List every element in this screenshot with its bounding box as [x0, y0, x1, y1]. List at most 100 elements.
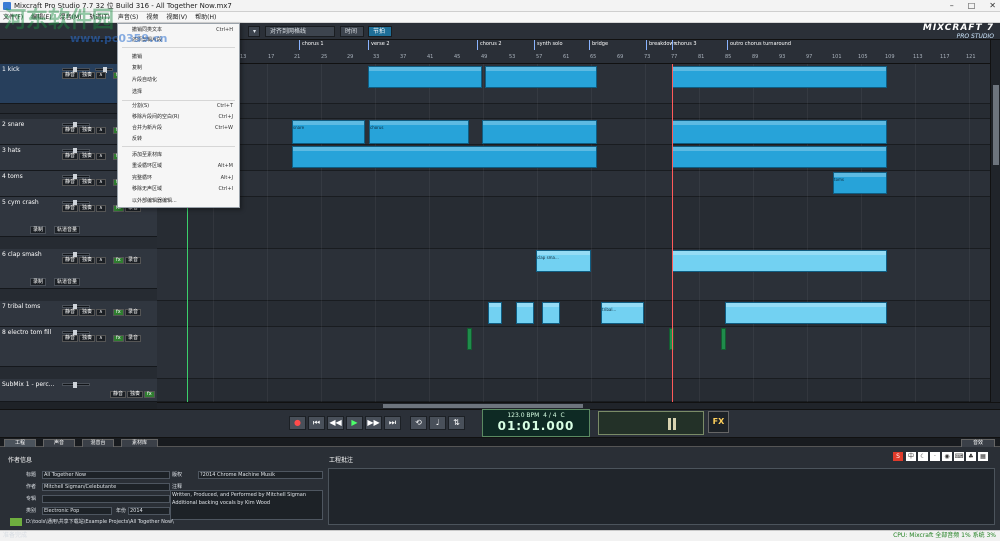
track-header[interactable]: 7 tribal toms 静音 独奏 ∧ fx 录音 [0, 301, 157, 327]
snap-dropdown[interactable]: 对齐到网格线 [265, 26, 335, 37]
tab-effects[interactable]: 音效 [961, 439, 995, 447]
track-header[interactable]: 8 electro tom fill 静音 独奏 ∧ fx 录音 [0, 327, 157, 367]
track-name[interactable]: SubMix 1 - perc... [2, 381, 54, 388]
lane[interactable] [157, 327, 990, 379]
menu-item[interactable]: 以外部编辑器编辑... [132, 196, 233, 206]
solo-button[interactable]: 独奏 [79, 127, 96, 134]
mute-button[interactable]: 静音 [62, 205, 79, 212]
track-name[interactable]: 5 cym crash [2, 199, 39, 206]
lane[interactable] [157, 379, 990, 402]
solo-button[interactable]: 独奏 [79, 309, 96, 316]
volume-slider[interactable] [62, 67, 90, 73]
audio-clip[interactable]: snare [292, 120, 365, 144]
menu-item[interactable]: 还原剪辑片段 [132, 35, 233, 45]
track-header[interactable]: 6 clap smash 静音 独奏 ∧ fx 录音 录制 轨道音量 [0, 249, 157, 289]
volume-slider[interactable] [62, 330, 90, 336]
audio-clip[interactable]: toms [833, 172, 887, 194]
ime-dot-icon[interactable]: · [930, 452, 940, 461]
mute-button[interactable]: 静音 [62, 335, 79, 342]
loop-icon[interactable]: ⟲ [410, 416, 427, 430]
tab-time[interactable]: 时间 [340, 26, 364, 37]
maximize-icon[interactable]: □ [968, 0, 976, 12]
automation-icon[interactable]: ∧ [96, 309, 106, 316]
menu-mix[interactable]: 混音(M) [60, 12, 82, 22]
tab-mixer[interactable]: 混音台 [82, 439, 114, 447]
menu-sound[interactable]: 声音(S) [118, 12, 139, 22]
volume-slider[interactable] [62, 148, 90, 154]
master-fx-button[interactable]: FX [708, 411, 729, 433]
record-button[interactable]: 录音 [125, 335, 142, 342]
automation-icon[interactable]: ∧ [96, 205, 106, 212]
menu-item[interactable]: 移除片段间的空白(R) Ctrl+J [132, 112, 233, 122]
volume-slider[interactable] [62, 304, 90, 310]
solo-button[interactable]: 独奏 [79, 257, 96, 264]
solo-button[interactable]: 独奏 [127, 391, 144, 398]
marker-bridge[interactable]: bridge [592, 41, 608, 47]
fx-button[interactable]: fx [144, 391, 155, 398]
rewind-start-icon[interactable]: ⏮ [308, 416, 325, 430]
track-name[interactable]: 8 electro tom fill [2, 329, 51, 336]
track-name[interactable]: 4 toms [2, 173, 23, 180]
menu-item[interactable]: 合并为新片段 Ctrl+W [132, 123, 233, 133]
menu-edit[interactable]: 编辑(E) [31, 12, 51, 22]
audio-clip[interactable] [672, 250, 887, 272]
skip-end-icon[interactable]: ⏭ [384, 416, 401, 430]
marker-chorus-2[interactable]: chorus 2 [480, 41, 502, 47]
mute-button[interactable]: 静音 [62, 153, 79, 160]
marker-chorus-3[interactable]: chorus 3 [675, 41, 697, 47]
automation-record-button[interactable]: 录制 [30, 226, 47, 234]
menu-item[interactable]: 复制 [132, 63, 233, 73]
mute-button[interactable]: 静音 [110, 391, 127, 398]
automation-icon[interactable]: ∧ [96, 179, 106, 186]
lane[interactable] [157, 197, 990, 249]
menu-view[interactable]: 视图(V) [166, 12, 187, 22]
scroll-thumb[interactable] [383, 404, 583, 408]
fast-forward-icon[interactable]: ▶▶ [365, 416, 382, 430]
ime-shirt-icon[interactable]: ♣ [966, 452, 976, 461]
pan-slider[interactable] [95, 67, 113, 73]
mute-button[interactable]: 静音 [62, 257, 79, 264]
record-button[interactable]: 录音 [125, 309, 142, 316]
automation-lane[interactable] [157, 104, 990, 119]
fx-button[interactable]: fx [113, 335, 124, 342]
close-icon[interactable]: ✕ [989, 0, 996, 12]
automation-volume-button[interactable]: 轨道音量 [54, 226, 81, 234]
automation-icon[interactable]: ∧ [96, 257, 106, 264]
tab-library[interactable]: 素材库 [121, 439, 158, 447]
track-name[interactable]: 3 hats [2, 147, 21, 154]
mute-button[interactable]: 静音 [62, 309, 79, 316]
automation-icon[interactable]: ∧ [96, 153, 106, 160]
mute-button[interactable]: 静音 [62, 127, 79, 134]
track-name[interactable]: 6 clap smash [2, 251, 42, 258]
volume-slider[interactable] [62, 174, 90, 180]
dropdown-arrow-icon[interactable]: ▾ [248, 26, 260, 37]
rewind-icon[interactable]: ◀◀ [327, 416, 344, 430]
audio-clip[interactable] [725, 302, 887, 324]
marker-chorus-1[interactable]: chorus 1 [302, 41, 324, 47]
fx-button[interactable]: fx [113, 257, 124, 264]
solo-button[interactable]: 独奏 [79, 72, 96, 79]
ime-chinese-icon[interactable]: 中 [906, 452, 916, 461]
audio-clip[interactable] [542, 302, 560, 324]
menu-item[interactable]: 撤销同类文本 Ctrl+H [132, 25, 233, 35]
marker-synth-solo[interactable]: synth solo [537, 41, 563, 47]
marker-outro[interactable]: outro chorus turnaround [730, 41, 791, 47]
menu-help[interactable]: 帮助(H) [195, 12, 216, 22]
project-notes-field[interactable] [328, 468, 995, 525]
ime-moon-icon[interactable]: ☾ [918, 452, 928, 461]
volume-slider[interactable] [62, 382, 90, 388]
timeline-ruler[interactable]: chorus 1 verse 2 chorus 2 synth solo bri… [157, 40, 990, 64]
mute-button[interactable]: 静音 [62, 72, 79, 79]
metronome-icon[interactable]: ♩ [429, 416, 446, 430]
audio-clip[interactable]: clap sma... [536, 250, 591, 272]
menu-item[interactable]: 选择 [132, 87, 233, 97]
automation-icon[interactable]: ∧ [96, 335, 106, 342]
folder-icon[interactable] [10, 518, 22, 526]
audio-clip[interactable] [516, 302, 534, 324]
solo-button[interactable]: 独奏 [79, 335, 96, 342]
menu-video[interactable]: 视频 [146, 12, 158, 22]
audio-clip[interactable] [467, 328, 472, 350]
menu-item[interactable]: 片段自动化 [132, 75, 233, 85]
record-button[interactable]: 录音 [125, 257, 142, 264]
fx-button[interactable]: fx [113, 309, 124, 316]
